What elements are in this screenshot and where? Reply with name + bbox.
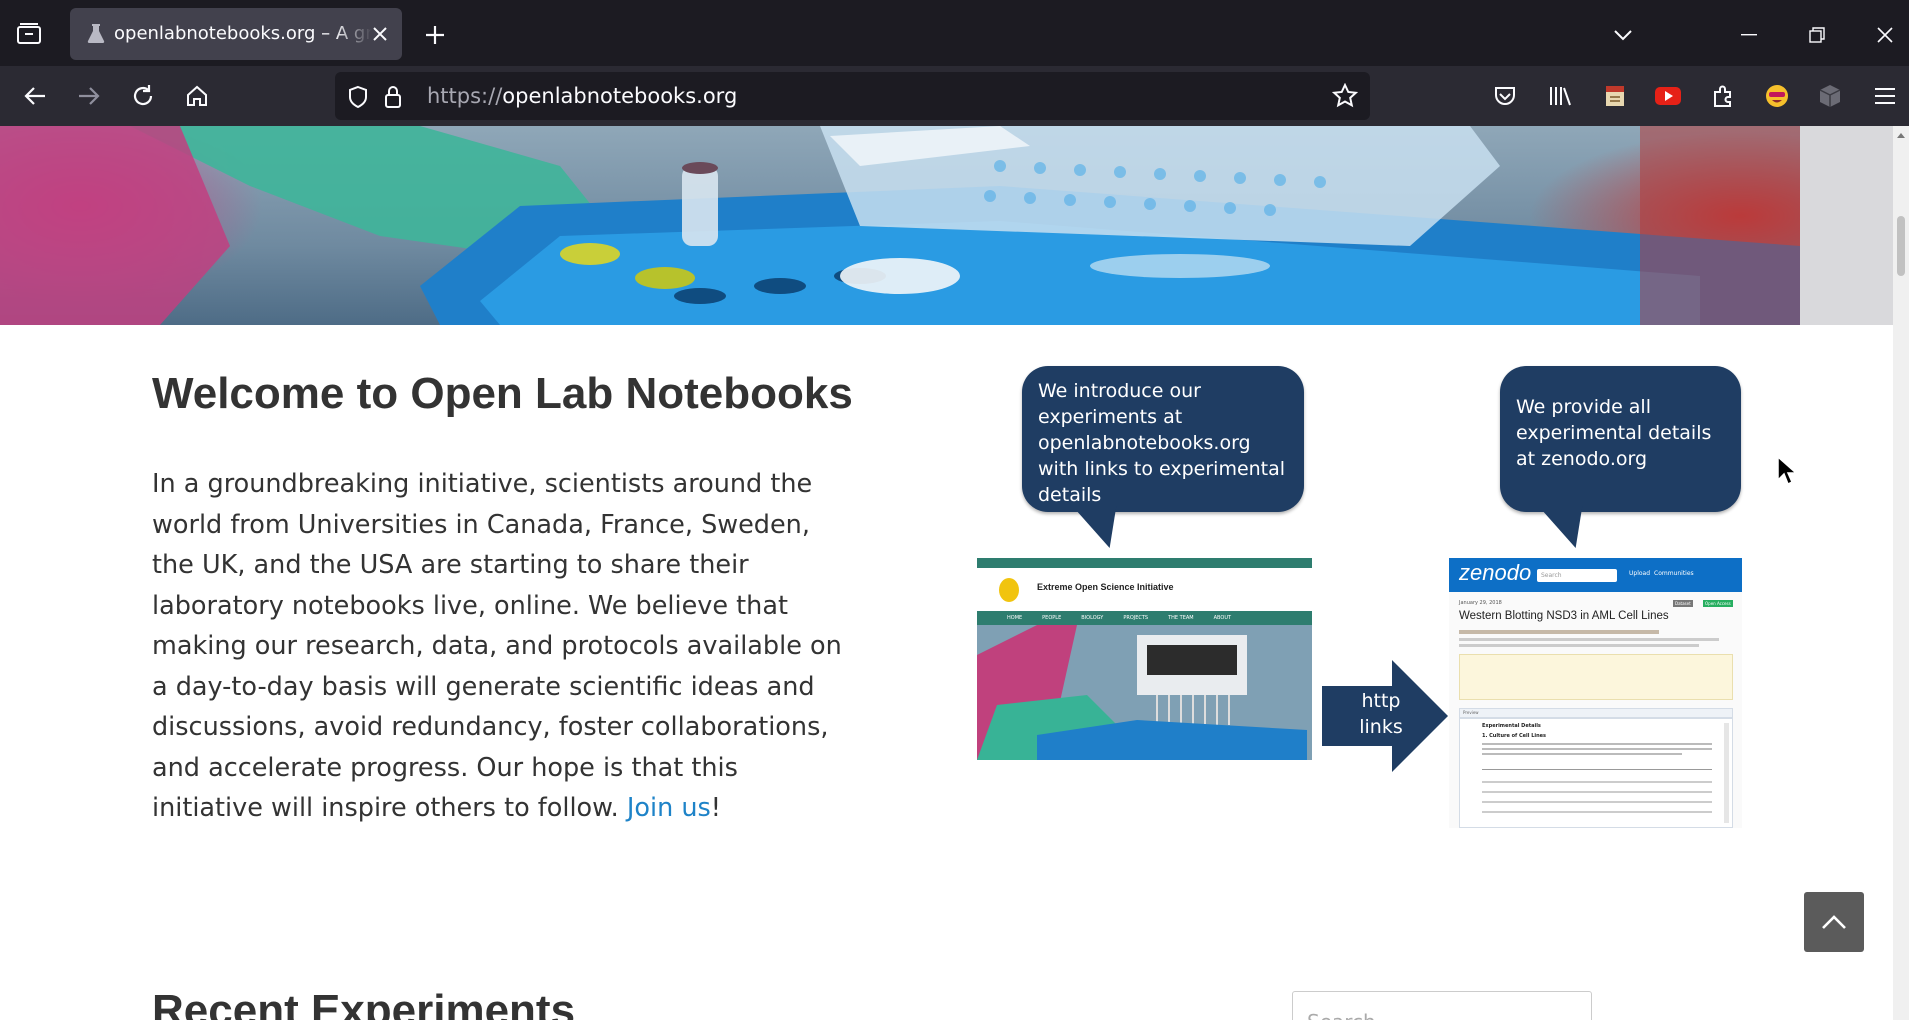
close-tab-icon[interactable] — [368, 22, 392, 46]
page-title: Welcome to Open Lab Notebooks — [152, 369, 853, 418]
shot-badge: Dataset — [1673, 600, 1693, 607]
welcome-paragraph: In a groundbreaking initiative, scientis… — [152, 464, 842, 829]
new-tab-icon[interactable] — [420, 20, 450, 50]
recent-experiments-heading: Recent Experiments — [152, 986, 576, 1020]
shot-record-title: Western Blotting NSD3 in AML Cell Lines — [1459, 610, 1669, 622]
restore-icon[interactable] — [1802, 20, 1832, 50]
shot-nav-item: HOME — [1007, 615, 1023, 621]
lock-icon[interactable] — [381, 84, 405, 110]
reload-icon[interactable] — [128, 81, 158, 111]
tracking-protection-shield-icon[interactable] — [345, 84, 371, 110]
bubble-right-text: We provide all experimental details at z… — [1516, 396, 1712, 470]
join-suffix: ! — [710, 793, 722, 823]
speech-bubble-right: We provide all experimental details at z… — [1500, 366, 1741, 512]
search-input[interactable]: Search — [1292, 991, 1592, 1020]
zenodo-screenshot: zenodo Search Upload Communities January… — [1449, 558, 1742, 828]
firefox-view-icon[interactable] — [14, 19, 44, 49]
home-icon[interactable] — [182, 81, 212, 111]
extension-emoji-icon[interactable] — [1762, 81, 1792, 111]
hero-lab-image — [0, 126, 1893, 325]
join-us-link[interactable]: Join us — [627, 793, 711, 823]
hamburger-menu-icon[interactable] — [1870, 81, 1900, 111]
logo-icon — [999, 578, 1019, 602]
mouse-cursor-icon — [1777, 456, 1797, 486]
active-tab[interactable]: openlabnotebooks.org – A growing communi… — [70, 8, 402, 60]
shot-site-title: Extreme Open Science Initiative — [1037, 582, 1174, 592]
extension-youtube-icon[interactable] — [1653, 81, 1683, 111]
pocket-icon[interactable] — [1490, 81, 1520, 111]
page-viewport: Welcome to Open Lab Notebooks In a groun… — [0, 126, 1893, 1020]
list-tabs-chevron-down-icon[interactable] — [1608, 20, 1638, 50]
extension-cube-icon[interactable] — [1815, 81, 1845, 111]
extensions-puzzle-icon[interactable] — [1708, 81, 1738, 111]
shot-section: Experimental Details — [1482, 723, 1541, 729]
navigation-toolbar: https://openlabnotebooks.org — [0, 66, 1909, 126]
shot-nav-item: ABOUT — [1213, 615, 1232, 621]
back-to-top-button[interactable] — [1804, 892, 1864, 952]
shot-nav-item: PEOPLE — [1042, 615, 1062, 621]
shot-nav-item: PROJECTS — [1123, 615, 1149, 621]
speech-bubble-left: We introduce our experiments at openlabn… — [1022, 366, 1304, 512]
back-arrow-icon[interactable] — [20, 81, 50, 111]
openlabnotebooks-screenshot: Extreme Open Science Initiative HOME PEO… — [977, 558, 1312, 760]
flask-icon — [84, 22, 108, 46]
chevron-up-icon — [1822, 915, 1846, 929]
shot-search: Search — [1537, 569, 1617, 582]
library-icon[interactable] — [1545, 81, 1575, 111]
tab-title: openlabnotebooks.org – A growing communi… — [114, 23, 372, 44]
close-window-icon[interactable] — [1870, 20, 1900, 50]
forward-arrow-icon[interactable] — [74, 81, 104, 111]
address-bar[interactable]: https://openlabnotebooks.org — [335, 72, 1370, 120]
arrow-label: http links — [1359, 690, 1403, 738]
speech-bubble-left-tail — [1072, 506, 1132, 548]
shot-nav-item: THE TEAM — [1168, 615, 1194, 621]
scroll-thumb[interactable] — [1897, 216, 1905, 276]
minimize-icon[interactable] — [1734, 20, 1764, 50]
shot-zenodo-header: zenodo Search Upload Communities — [1449, 558, 1742, 592]
zenodo-logo: zenodo — [1459, 560, 1532, 585]
shot-badge: Open Access — [1703, 600, 1733, 607]
shot-date: January 29, 2018 — [1459, 600, 1502, 606]
shot-nav-item: Communities — [1654, 570, 1694, 577]
shot-nav-item: BIOLOGY — [1081, 615, 1104, 621]
url-text: https://openlabnotebooks.org — [427, 84, 738, 108]
bubble-left-text: We introduce our experiments at openlabn… — [1038, 380, 1286, 506]
shot-nav: HOME PEOPLE BIOLOGY PROJECTS THE TEAM AB… — [977, 611, 1312, 625]
search-placeholder: Search — [1307, 1010, 1376, 1020]
welcome-text: In a groundbreaking initiative, scientis… — [152, 469, 842, 823]
shot-subsection: 1. Culture of Cell Lines — [1482, 733, 1547, 739]
shot-preview-label: Preview — [1463, 710, 1479, 715]
extension-calendar-icon[interactable] — [1600, 81, 1630, 111]
bookmark-star-icon[interactable] — [1331, 82, 1359, 110]
speech-bubble-right-tail — [1538, 506, 1598, 548]
shot-lab-photo — [977, 625, 1312, 760]
tab-bar: openlabnotebooks.org – A growing communi… — [0, 0, 1909, 66]
scroll-up-arrow-icon[interactable] — [1893, 130, 1909, 140]
page-scrollbar[interactable] — [1893, 126, 1909, 1020]
shot-nav-item: Upload — [1629, 570, 1651, 577]
